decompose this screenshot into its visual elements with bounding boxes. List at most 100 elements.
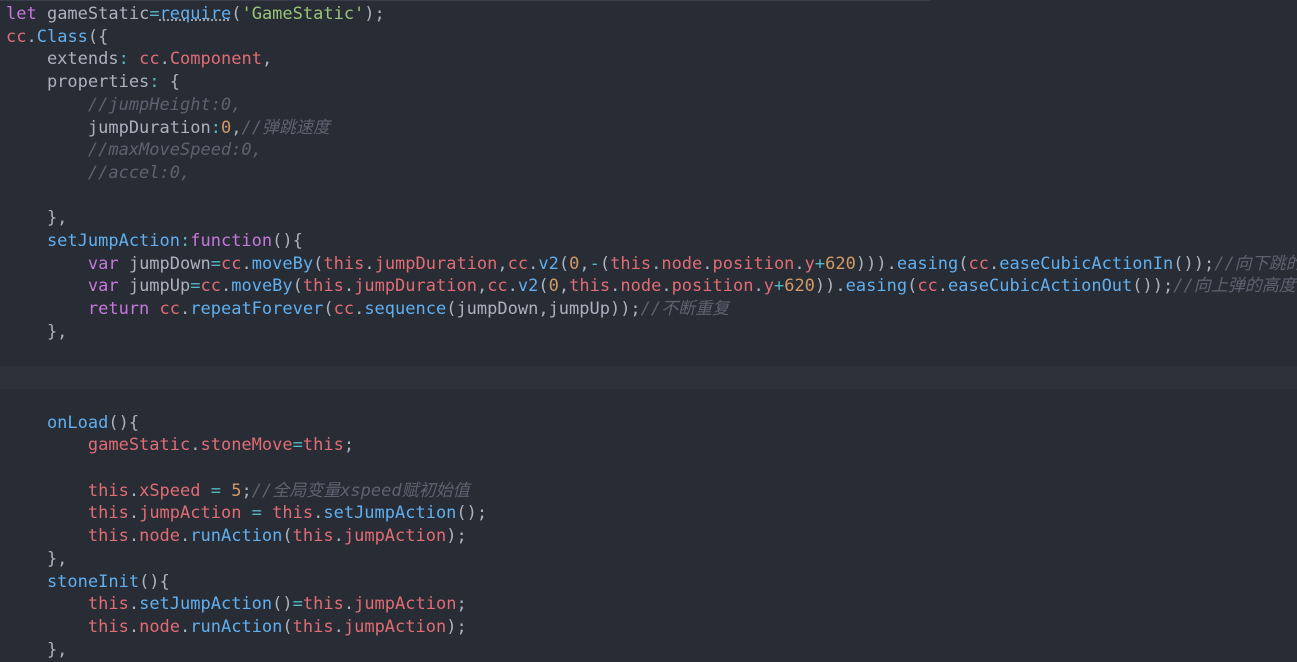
code-token: var [6,276,119,297]
code-token: ); [446,526,467,547]
code-token: easing [896,253,959,274]
code-token: jumpUp [118,276,191,297]
code-token: : [180,231,191,251]
code-token: . [661,276,672,297]
code-token: stoneMove [200,435,293,456]
code-line[interactable] [6,344,1297,367]
code-token: jumpAction [343,526,447,547]
code-editor[interactable]: let gameStatic=require('GameStatic'); cc.… [0,0,1297,660]
code-token: easeCubicActionIn [999,253,1174,274]
code-token: . [128,503,140,524]
code-token: function [190,231,273,251]
code-line[interactable]: onLoad(){ [6,412,1297,435]
code-token: 0 [220,117,232,138]
code-token: position [671,276,754,297]
code-line[interactable]: //jumpHeight:0, [6,94,1297,117]
code-token: //accel:0, [6,162,191,183]
code-line[interactable]: var jumpUp=cc.moveBy(this.jumpDuration,c… [6,275,1297,298]
code-line[interactable] [6,457,1297,480]
code-token: require [159,4,232,24]
code-token: ()); [1173,253,1215,274]
code-token: v2 [517,276,539,297]
code-token: . [753,276,764,297]
code-line[interactable]: this.xSpeed = 5;//全局变量xspeed赋初始值 [6,480,1297,503]
code-token: cc [507,253,529,274]
code-token: . [989,253,1000,274]
code-line[interactable]: let gameStatic=require('GameStatic'); [6,3,1297,26]
code-token: ({ [87,26,109,47]
code-line[interactable]: stoneInit(){ [6,571,1297,594]
code-token: . [354,299,365,320]
code-token: stoneInit [6,571,140,592]
code-line[interactable]: this.jumpAction = this.setJumpAction(); [6,502,1297,525]
code-token: node [139,526,181,547]
code-token: this [323,253,365,274]
code-token: 5 [231,480,242,501]
code-line[interactable]: this.node.runAction(this.jumpAction); [6,525,1297,548]
code-line[interactable]: }, [6,548,1297,571]
code-token: easing [845,276,908,297]
code-token: 620 [784,276,815,297]
code-line[interactable]: return cc.repeatForever(cc.sequence(jump… [6,298,1297,321]
code-token: ( [558,253,570,274]
code-token: = [210,253,221,274]
code-token: . [364,253,375,274]
code-line[interactable]: var jumpDown=cc.moveBy(this.jumpDuration… [6,253,1297,276]
code-token: . [937,276,949,297]
code-line[interactable]: setJumpAction:function(){ [6,230,1297,253]
code-line[interactable] [6,389,1297,412]
code-token: //jumpHeight:0, [6,94,242,115]
code-line-active[interactable] [0,366,1297,390]
code-token: = [292,435,303,456]
code-token: properties [6,72,150,93]
code-token: return [6,299,150,320]
code-token: extends [6,49,119,70]
code-token: this [6,616,129,637]
code-token: //向下跳的高度 [1214,253,1297,274]
code-line[interactable]: }, [6,639,1297,662]
code-token: . [159,49,170,70]
code-token: this [6,594,129,615]
code-token: . [180,616,191,637]
code-token: . [507,276,518,297]
code-token: jumpAction [343,616,447,637]
code-token: cc [917,276,938,297]
code-token: //不断重复 [640,299,730,320]
code-line[interactable] [6,185,1297,208]
code-token: this [302,594,344,615]
code-token: jumpDuration [354,276,477,297]
code-token: . [343,594,355,615]
code-line[interactable]: jumpDuration:0,//弹跳速度 [6,117,1297,140]
code-token: cc [487,276,508,297]
code-token: : [210,117,221,138]
code-token: jumpDown [118,253,211,274]
code-token: easeCubicActionOut [948,276,1133,297]
code-token: runAction [190,526,283,547]
code-token: this [6,526,129,547]
code-token: = [292,594,303,615]
code-token: . [128,616,140,637]
code-line[interactable]: //maxMoveSpeed:0, [6,139,1297,162]
code-line[interactable]: }, [6,207,1297,230]
code-token: { [159,72,181,93]
code-token: jumpAction [354,594,457,615]
code-line[interactable]: extends: cc.Component, [6,48,1297,71]
code-token: . [241,253,252,274]
code-token: = [241,503,273,524]
code-line[interactable]: }, [6,321,1297,344]
code-token: , [497,253,508,274]
code-line[interactable]: this.node.runAction(this.jumpAction); [6,616,1297,639]
code-token: = [200,480,232,501]
code-line[interactable]: gameStatic.stoneMove=this; [6,434,1297,457]
code-token: = [190,276,201,297]
code-line[interactable]: properties: { [6,71,1297,94]
code-token: . [128,594,140,615]
code-token: : [149,72,160,93]
code-token: 620 [825,253,856,274]
code-token: this [292,616,334,637]
code-line[interactable]: //accel:0, [6,162,1297,185]
code-line[interactable]: cc.Class({ [6,26,1297,49]
code-token: y [804,253,815,274]
code-line[interactable]: this.setJumpAction()=this.jumpAction; [6,593,1297,616]
code-token: ; [456,594,467,615]
